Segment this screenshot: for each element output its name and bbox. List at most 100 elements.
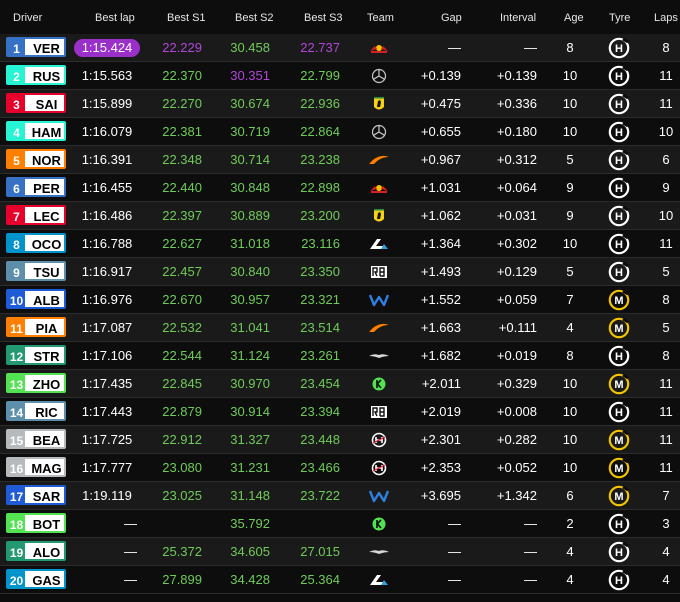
driver-row[interactable]: 10 ALB 1:16.976 22.670 30.957 23.321 +1.552 +0.… (0, 286, 680, 314)
driver-row[interactable]: 13 ZHO 1:17.435 22.845 30.970 23.454 +2.011 +0.… (0, 370, 680, 398)
tyre-age: 4 (566, 572, 574, 587)
driver-row[interactable]: 1 VER 1:15.424 22.229 30.458 22.737 — — 8 8 H (0, 34, 680, 62)
driver-row[interactable]: 4 HAM 1:16.079 22.381 30.719 22.864 +0.655 +0.1… (0, 118, 680, 146)
driver-row[interactable]: 19 ALO — 25.372 34.605 27.015 — — 4 4 H (0, 538, 680, 566)
driver-row[interactable]: 18 BOT — 35.792 — — 2 3 H (0, 510, 680, 538)
driver-row[interactable]: 14 RIC 1:17.443 22.879 30.914 23.394 +2.019 +0.… (0, 398, 680, 426)
svg-text:M: M (614, 379, 623, 391)
tyre-age: 9 (566, 180, 574, 195)
driver-row[interactable]: 7 LEC 1:16.486 22.397 30.889 23.200 +1.062 +0.0… (0, 202, 680, 230)
tyre-age: 4 (566, 320, 574, 335)
tyre-age: 4 (566, 544, 574, 559)
driver-code: SAR (27, 487, 64, 503)
best-lap-time: 1:19.119 (82, 488, 132, 503)
position-number: 10 (8, 291, 25, 307)
driver-row[interactable]: 5 NOR 1:16.391 22.348 30.714 23.238 +0.967 +0.3… (0, 146, 680, 174)
driver-badge[interactable]: 16 MAG (6, 457, 66, 477)
driver-badge[interactable]: 14 RIC (6, 401, 66, 421)
driver-badge[interactable]: 9 TSU (6, 261, 66, 281)
driver-badge[interactable]: 11 PIA (6, 317, 66, 337)
gap-value: +2.353 (420, 460, 461, 475)
header-gap[interactable]: Gap (441, 12, 462, 24)
header-interval[interactable]: Interval (500, 12, 536, 24)
tyre-age: 6 (566, 488, 574, 503)
driver-row[interactable]: 17 SAR 1:19.119 23.025 31.148 23.722 +3.695 +1.… (0, 482, 680, 510)
header-row: Driver Best lap Best S1 Best S2 Best S3 … (0, 0, 680, 34)
driver-row[interactable]: 16 MAG 1:17.777 23.080 31.231 23.466 +2.353 +0.… (0, 454, 680, 482)
driver-badge[interactable]: 10 ALB (6, 289, 66, 309)
driver-badge[interactable]: 7 LEC (6, 205, 66, 225)
position-number: 7 (8, 207, 25, 223)
driver-row[interactable]: 9 TSU 1:16.917 22.457 30.840 23.350 +1.493 +0.1… (0, 258, 680, 286)
best-s3-time: 22.799 (300, 68, 340, 83)
position-number: 13 (8, 375, 25, 391)
laps-count: 11 (659, 432, 673, 447)
driver-code: MAG (27, 459, 64, 475)
laps-count: 4 (662, 544, 670, 559)
driver-badge[interactable]: 3 SAI (6, 93, 66, 113)
best-s3-time: 23.394 (300, 404, 340, 419)
gap-value: +0.139 (420, 68, 461, 83)
medium-tyre-icon: M (608, 485, 630, 507)
header-age[interactable]: Age (564, 12, 584, 24)
kick-sauber-logo-icon (372, 517, 386, 531)
hard-tyre-icon: H (608, 177, 630, 199)
gap-value: — (448, 516, 461, 531)
best-lap-time: 1:17.777 (81, 460, 133, 475)
driver-badge[interactable]: 6 PER (6, 177, 66, 197)
driver-row[interactable]: 3 SAI 1:15.899 22.270 30.674 22.936 +0.475 +0.3… (0, 90, 680, 118)
svg-text:H: H (615, 183, 623, 195)
header-team[interactable]: Team (367, 12, 394, 24)
header-best-s1[interactable]: Best S1 (167, 12, 206, 24)
position-number: 3 (8, 95, 25, 111)
driver-code: ALO (27, 543, 64, 559)
interval-value: +0.019 (496, 348, 537, 363)
tyre-age: 10 (562, 376, 578, 391)
header-driver[interactable]: Driver (13, 12, 42, 24)
driver-badge[interactable]: 18 BOT (6, 513, 66, 533)
driver-badge[interactable]: 12 STR (6, 345, 66, 365)
best-s3-time: 22.737 (300, 40, 340, 55)
driver-row[interactable]: 2 RUS 1:15.563 22.370 30.351 22.799 +0.139 +0.1… (0, 62, 680, 90)
best-lap-time: — (124, 544, 137, 559)
interval-value: +0.129 (496, 264, 537, 279)
driver-row[interactable]: 6 PER 1:16.455 22.440 30.848 22.898 +1.031 +0.0… (0, 174, 680, 202)
svg-text:H: H (615, 407, 623, 419)
best-s3-time: 23.321 (300, 292, 340, 307)
header-laps[interactable]: Laps (654, 12, 678, 24)
mercedes-logo-icon (371, 124, 387, 140)
driver-code: VER (27, 39, 64, 55)
driver-badge[interactable]: 4 HAM (6, 121, 66, 141)
driver-badge[interactable]: 13 ZHO (6, 373, 66, 393)
position-number: 19 (8, 543, 25, 559)
tyre-age: 8 (566, 40, 574, 55)
tyre-age: 7 (566, 292, 574, 307)
interval-value: +0.139 (496, 68, 537, 83)
driver-row[interactable]: 8 OCO 1:16.788 22.627 31.018 23.116 +1.364 +0.3… (0, 230, 680, 258)
best-lap-time: 1:16.455 (81, 180, 133, 195)
header-best-s3[interactable]: Best S3 (304, 12, 343, 24)
driver-row[interactable]: 20 GAS — 27.899 34.428 25.364 — — 4 4 H (0, 566, 680, 594)
header-best-s2[interactable]: Best S2 (235, 12, 274, 24)
interval-value: +0.111 (498, 320, 537, 335)
best-s3-time: 22.936 (300, 96, 340, 111)
header-tyre[interactable]: Tyre (609, 12, 630, 24)
driver-badge[interactable]: 2 RUS (6, 65, 66, 85)
driver-badge[interactable]: 5 NOR (6, 149, 66, 169)
driver-badge[interactable]: 15 BEA (6, 429, 66, 449)
header-best-lap[interactable]: Best lap (95, 12, 135, 24)
driver-badge[interactable]: 1 VER (6, 37, 66, 57)
laps-count: 9 (662, 180, 670, 195)
driver-badge[interactable]: 17 SAR (6, 485, 66, 505)
laps-count: 11 (659, 376, 673, 391)
mclaren-logo-icon (369, 155, 389, 164)
driver-row[interactable]: 12 STR 1:17.106 22.544 31.124 23.261 +1.682 +0.… (0, 342, 680, 370)
best-s3-time: 22.898 (300, 180, 340, 195)
driver-badge[interactable]: 20 GAS (6, 569, 66, 589)
driver-row[interactable]: 15 BEA 1:17.725 22.912 31.327 23.448 +2.301 +0.… (0, 426, 680, 454)
best-s2-time: 30.957 (230, 292, 270, 307)
driver-badge[interactable]: 19 ALO (6, 541, 66, 561)
driver-row[interactable]: 11 PIA 1:17.087 22.532 31.041 23.514 +1.663 +0.… (0, 314, 680, 342)
best-s1-time: 22.381 (162, 124, 202, 139)
driver-badge[interactable]: 8 OCO (6, 233, 66, 253)
